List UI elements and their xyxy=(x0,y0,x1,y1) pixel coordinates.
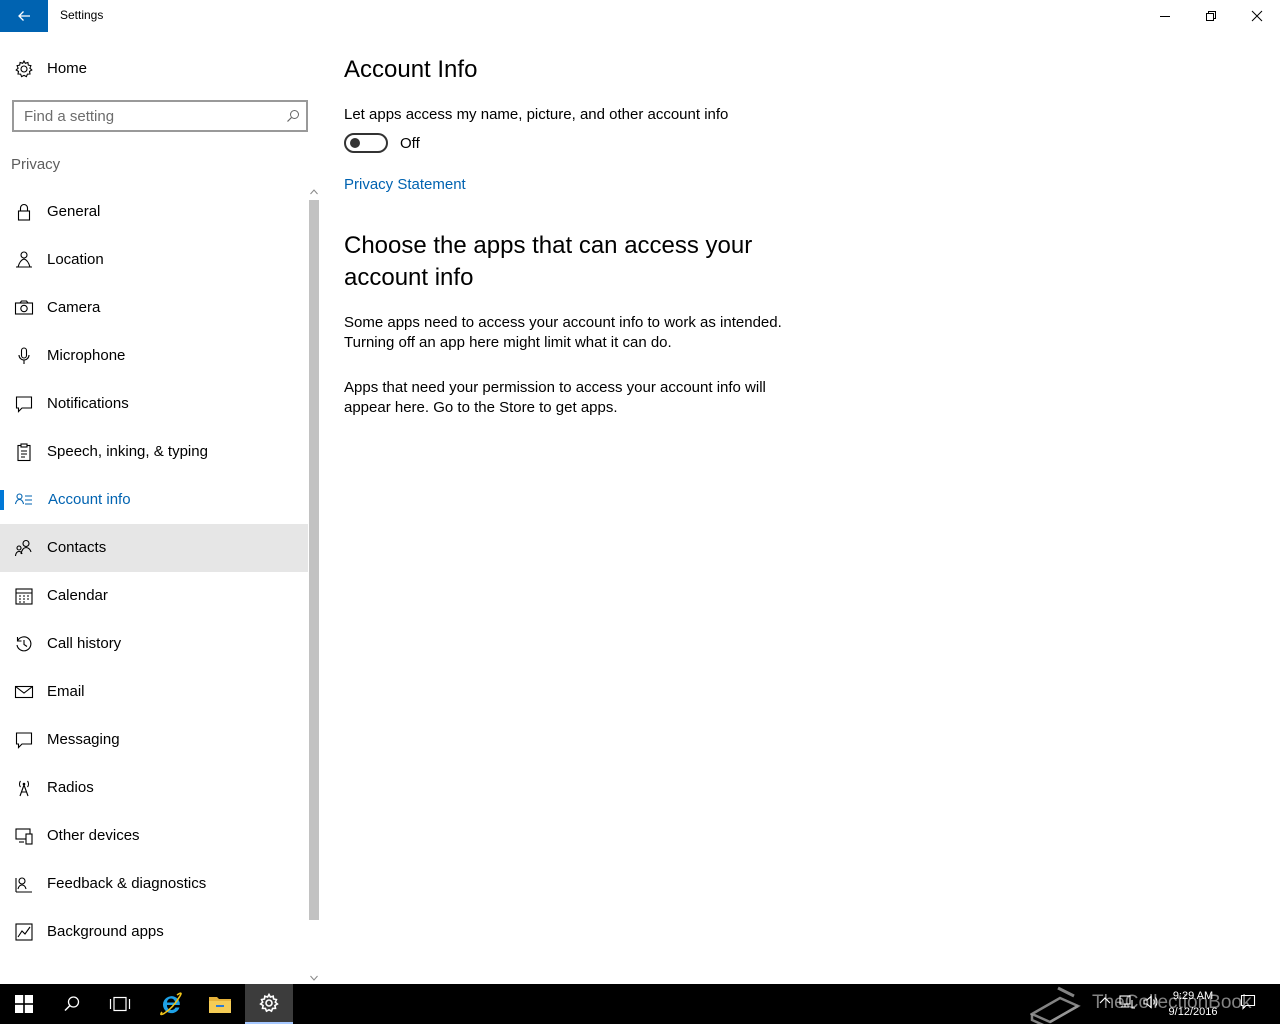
clipboard-icon xyxy=(17,443,31,462)
taskbar-clock[interactable]: 9:29 AM 9/12/2016 xyxy=(1158,988,1228,1020)
sidebar-item-feedback-diagnostics[interactable]: Feedback & diagnostics xyxy=(0,860,308,908)
toggle-knob xyxy=(350,138,360,148)
clock-time: 9:29 AM xyxy=(1172,990,1214,1002)
settings-taskbar-button[interactable] xyxy=(245,984,293,1024)
privacy-nav-list: General Location Camera Microphone Notif… xyxy=(0,188,308,956)
radio-tower-icon xyxy=(18,780,30,797)
toggle-state-label: Off xyxy=(400,135,420,152)
sidebar-item-location[interactable]: Location xyxy=(0,236,308,284)
sidebar-item-label: Background apps xyxy=(47,923,164,940)
restore-icon xyxy=(1206,11,1216,21)
sidebar-item-notifications[interactable]: Notifications xyxy=(0,380,308,428)
sidebar-item-label: Notifications xyxy=(47,395,129,412)
sidebar-item-label: Microphone xyxy=(47,347,126,364)
sidebar-item-email[interactable]: Email xyxy=(0,668,308,716)
message-icon xyxy=(15,732,33,749)
sidebar-item-label: Contacts xyxy=(47,539,107,556)
search-icon xyxy=(64,996,80,1012)
apps-empty-text: Apps that need your permission to access… xyxy=(344,379,766,416)
back-button[interactable] xyxy=(0,0,48,32)
sidebar-item-label: General xyxy=(47,203,101,220)
internet-explorer-icon xyxy=(160,992,182,1016)
apps-description-text: Some apps need to access your account in… xyxy=(344,314,782,351)
sidebar-item-label: Location xyxy=(47,251,104,268)
sidebar-item-label: Camera xyxy=(47,299,101,316)
show-hidden-icons-chevron-icon[interactable] xyxy=(1098,994,1112,1008)
sidebar-item-calendar[interactable]: Calendar xyxy=(0,572,308,620)
sidebar-item-label: Call history xyxy=(47,635,122,652)
scroll-down-arrow-icon[interactable] xyxy=(310,974,318,982)
sidebar-item-contacts[interactable]: Contacts xyxy=(0,524,308,572)
restore-button[interactable] xyxy=(1188,0,1234,32)
title-bar: Settings xyxy=(0,0,1280,32)
search-input[interactable] xyxy=(24,108,274,125)
contacts-icon xyxy=(14,539,32,557)
windows-logo-icon xyxy=(15,995,33,1013)
account-card-icon xyxy=(14,493,32,505)
sidebar: Home Privacy General Location xyxy=(0,32,320,984)
sidebar-item-label: Speech, inking, & typing xyxy=(47,443,208,460)
devices-icon xyxy=(15,828,33,845)
sidebar-item-background-apps[interactable]: Background apps xyxy=(0,908,308,956)
section-label-privacy: Privacy xyxy=(11,156,61,173)
calendar-icon xyxy=(15,588,33,605)
microphone-icon xyxy=(18,347,30,364)
close-button[interactable] xyxy=(1234,0,1280,32)
history-icon xyxy=(16,636,32,652)
location-person-icon xyxy=(16,251,32,268)
search-box[interactable] xyxy=(12,100,308,132)
camera-icon xyxy=(14,300,34,315)
scrollbar-thumb[interactable] xyxy=(309,200,319,920)
scroll-up-arrow-icon[interactable] xyxy=(310,188,318,196)
privacy-statement-link[interactable]: Privacy Statement xyxy=(344,176,466,193)
sidebar-item-label: Calendar xyxy=(47,587,108,604)
task-view-icon xyxy=(109,996,131,1012)
email-icon xyxy=(14,685,34,699)
sidebar-item-radios[interactable]: Radios xyxy=(0,764,308,812)
search-icon[interactable] xyxy=(286,109,300,123)
home-label: Home xyxy=(47,60,88,77)
minimize-icon xyxy=(1160,16,1170,17)
sidebar-item-label: Other devices xyxy=(47,827,140,844)
sidebar-item-general[interactable]: General xyxy=(0,188,308,236)
sidebar-item-microphone[interactable]: Microphone xyxy=(0,332,308,380)
sidebar-item-label: Messaging xyxy=(47,731,120,748)
feedback-icon xyxy=(15,877,32,893)
home-nav-item[interactable]: Home xyxy=(0,48,308,88)
folder-icon xyxy=(209,997,231,1013)
sidebar-item-camera[interactable]: Camera xyxy=(0,284,308,332)
taskbar-search-button[interactable] xyxy=(48,984,96,1024)
action-center-icon[interactable] xyxy=(1240,994,1256,1010)
apps-section-heading: Choose the apps that can access your acc… xyxy=(344,232,753,291)
start-button[interactable] xyxy=(0,984,48,1024)
sidebar-item-label: Email xyxy=(47,683,85,700)
sidebar-item-other-devices[interactable]: Other devices xyxy=(0,812,308,860)
sidebar-scrollbar[interactable] xyxy=(308,188,320,984)
page-title: Account Info xyxy=(344,56,478,83)
clock-date: 9/12/2016 xyxy=(1168,1006,1218,1018)
close-icon xyxy=(1251,10,1263,22)
lock-icon xyxy=(17,203,31,221)
network-icon[interactable] xyxy=(1118,994,1136,1010)
sidebar-item-speech[interactable]: Speech, inking, & typing xyxy=(0,428,308,476)
gear-icon xyxy=(259,993,279,1013)
sidebar-item-account-info[interactable]: Account info xyxy=(0,476,308,524)
background-apps-icon xyxy=(15,923,33,941)
sidebar-item-call-history[interactable]: Call history xyxy=(0,620,308,668)
sidebar-item-label: Account info xyxy=(48,491,131,508)
sidebar-item-label: Feedback & diagnostics xyxy=(47,875,207,892)
toggle-description: Let apps access my name, picture, and ot… xyxy=(344,106,729,123)
sidebar-item-label: Radios xyxy=(47,779,94,796)
notification-icon xyxy=(15,396,33,413)
file-explorer-button[interactable] xyxy=(196,984,244,1024)
account-info-access-toggle[interactable] xyxy=(344,133,388,153)
task-view-button[interactable] xyxy=(96,984,144,1024)
window-title: Settings xyxy=(60,8,104,22)
minimize-button[interactable] xyxy=(1142,0,1188,32)
sidebar-item-messaging[interactable]: Messaging xyxy=(0,716,308,764)
gear-icon xyxy=(15,59,33,78)
back-arrow-icon xyxy=(18,11,30,21)
internet-explorer-button[interactable] xyxy=(147,984,195,1024)
